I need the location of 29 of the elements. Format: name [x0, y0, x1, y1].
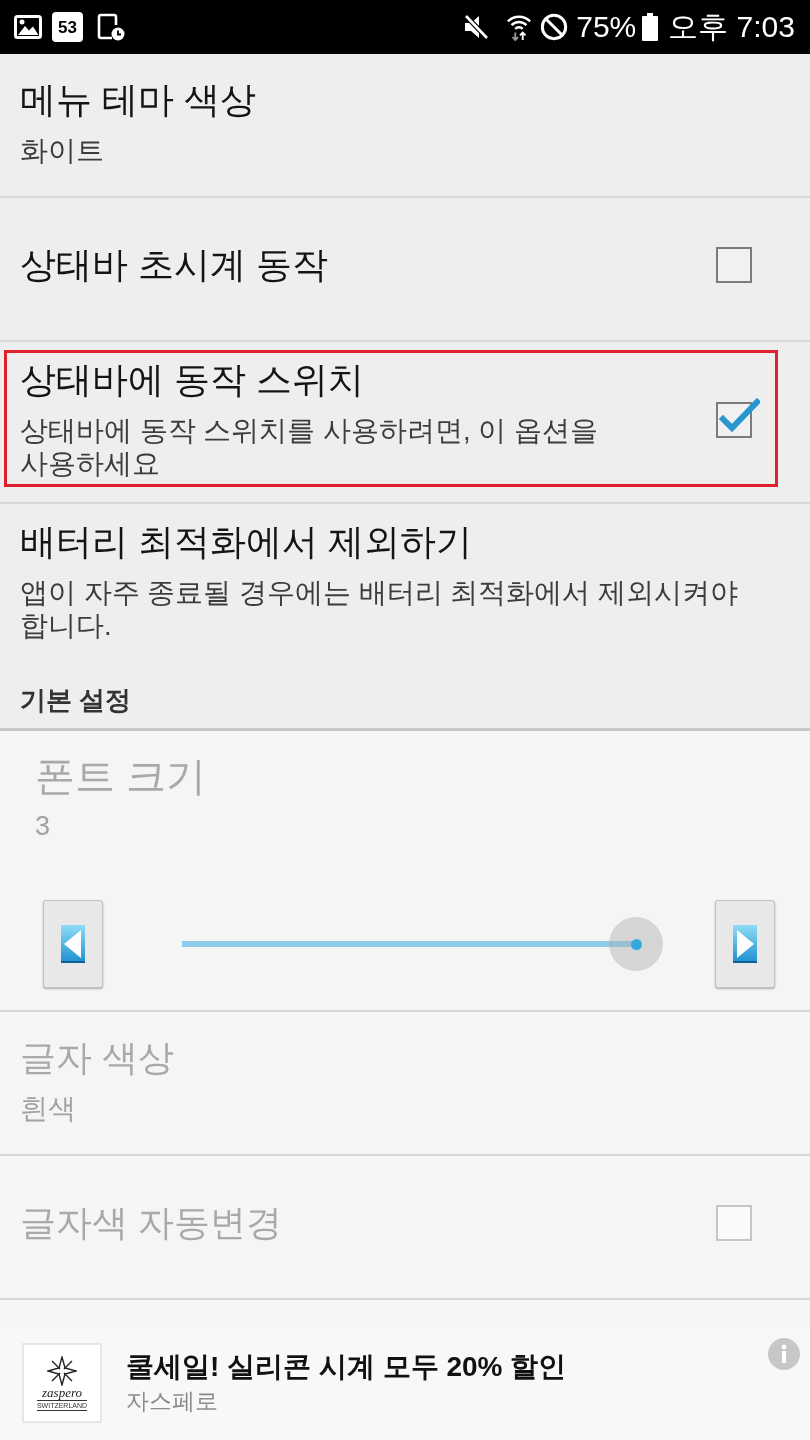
section-header: 기본 설정	[20, 684, 132, 716]
ad-advertiser: 자스페로	[126, 1387, 219, 1416]
mute-icon	[462, 13, 491, 41]
image-icon	[14, 15, 42, 39]
preference-summary: 상태바에 동작 스위치를 사용하려면, 이 옵션을 사용하세요	[20, 414, 599, 480]
notification-count-badge: 53	[52, 12, 83, 42]
logo-wordmark: zaspero	[42, 1385, 82, 1400]
phone-clock-icon	[97, 13, 125, 41]
preference-title: 상태바에 동작 스위치	[20, 358, 365, 402]
checkbox[interactable]	[716, 247, 752, 283]
preference-title: 글자색 자동변경	[20, 1201, 283, 1245]
preference-summary: 앱이 자주 종료될 경우에는 배터리 최적화에서 제외시켜야 합니다.	[20, 576, 739, 642]
preference-title: 배터리 최적화에서 제외하기	[20, 520, 473, 564]
battery-icon	[642, 13, 659, 41]
preference-title: 글자 색상	[20, 1035, 175, 1080]
wifi-icon	[506, 13, 533, 41]
compass-star-icon	[47, 1355, 77, 1386]
preference-value: 3	[34, 810, 52, 843]
preference-title: 상태바 초시계 동작	[20, 243, 329, 287]
battery-percentage: 75%	[576, 12, 637, 42]
clock-time: 오후 7:03	[668, 12, 795, 42]
checkbox[interactable]	[716, 398, 760, 438]
preference-summary: 흰색	[20, 1091, 77, 1125]
preference-title: 폰트 크기	[34, 753, 208, 800]
preference-summary: 화이트	[20, 133, 105, 167]
preference-title: 메뉴 테마 색상	[20, 77, 257, 122]
info-icon[interactable]	[768, 1338, 800, 1370]
do-not-disturb-icon	[540, 13, 569, 41]
ad-title: 쿨세일! 실리콘 시계 모두 20% 할인	[126, 1350, 568, 1384]
